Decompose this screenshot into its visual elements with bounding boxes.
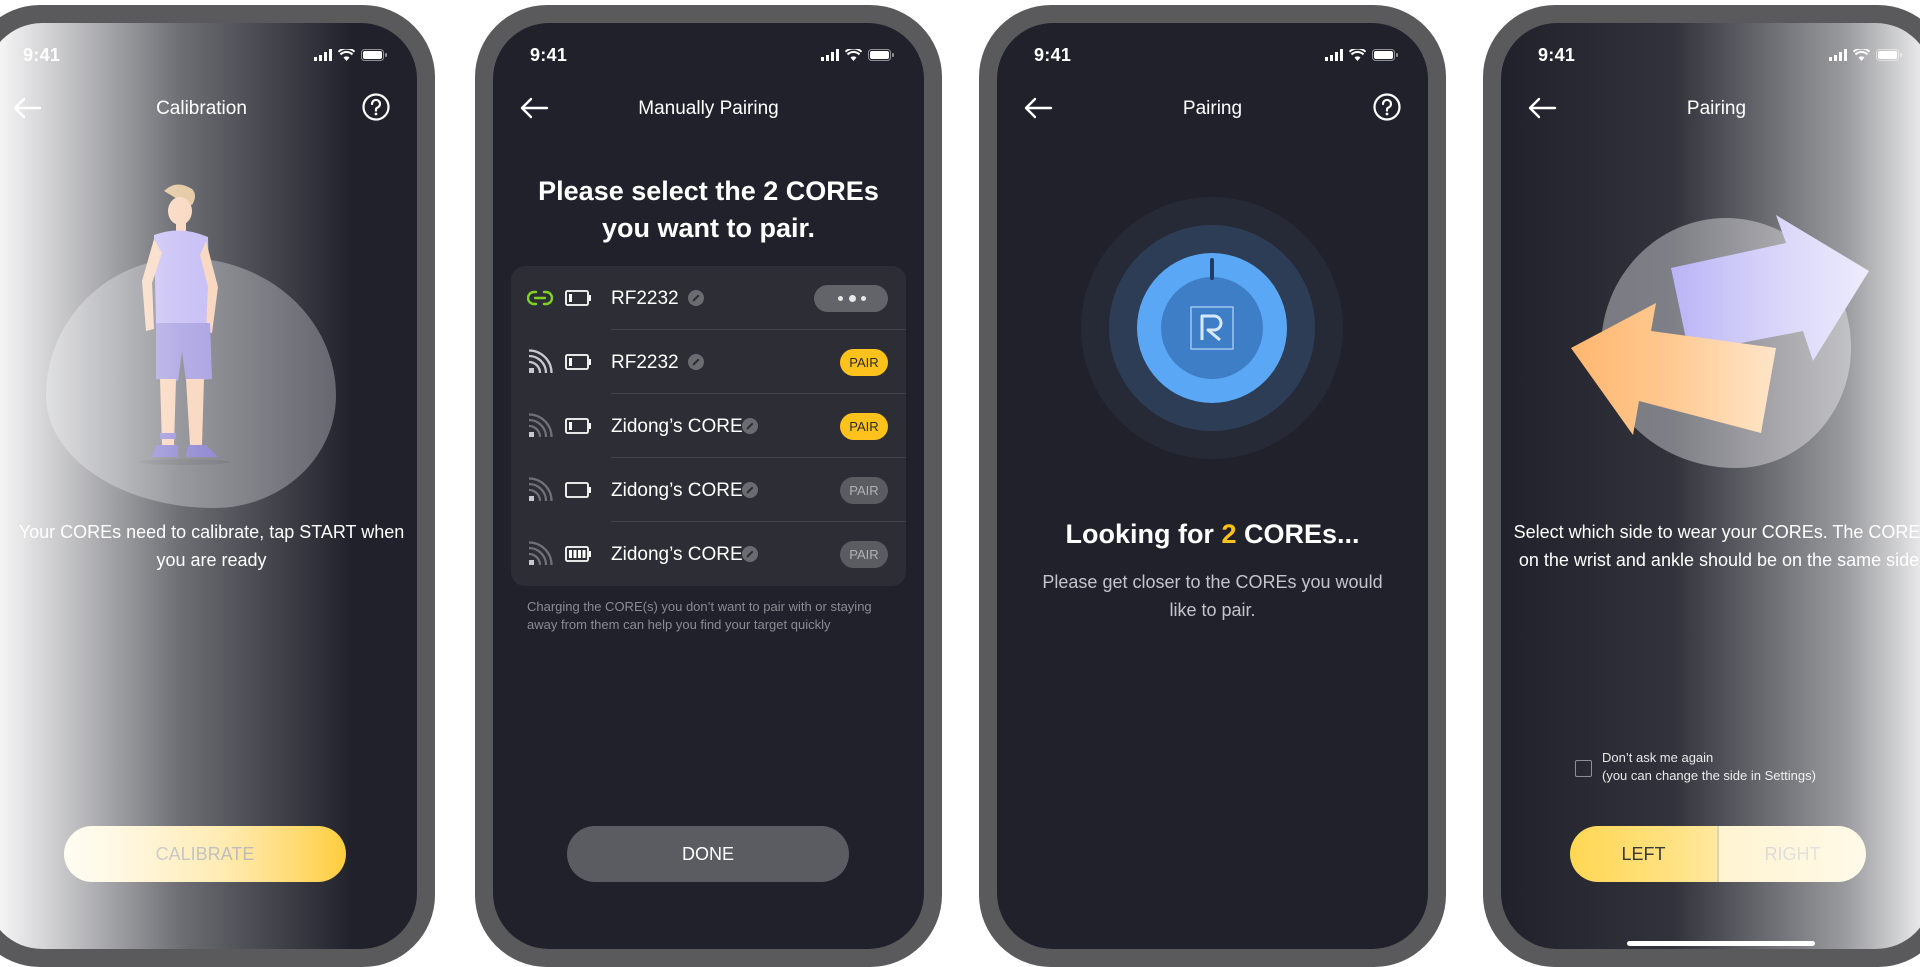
pair-button[interactable]: PAIR [840, 541, 888, 568]
pairing-tip: Charging the CORE(s) you don’t want to p… [527, 599, 872, 632]
page-title: Calibration [156, 98, 247, 119]
page-title: Pairing [1686, 98, 1747, 119]
status-time: 9:41 [1034, 45, 1072, 65]
status-bar: 9:41 [997, 43, 1428, 73]
status-icons [1829, 49, 1902, 61]
phone-side-select: 9:41 Pairing Select which side to wear y… [1483, 5, 1920, 967]
core-name: Zidong’s CORE [611, 480, 743, 501]
status-bar: 9:41 [493, 43, 924, 73]
battery-empty-icon [565, 482, 591, 498]
home-indicator [1627, 941, 1815, 946]
status-time: 9:41 [530, 45, 568, 65]
battery-low-icon [565, 290, 591, 306]
done-button[interactable]: DONE [567, 826, 849, 882]
page-title: Manually Pairing [638, 98, 779, 119]
edit-icon[interactable] [741, 481, 759, 499]
side-select-screen: 9:41 Pairing Select which side to wear y… [1501, 23, 1920, 949]
navbar: Pairing [997, 88, 1428, 128]
core-row[interactable]: RF2232 [511, 266, 906, 330]
signal-strong-icon [528, 349, 553, 374]
searching-description: Please get closer to the COREs you would… [1042, 572, 1383, 620]
core-list: RF2232 RF2232 PAIR Zidong’s CORE PAIR Zi… [511, 266, 906, 586]
core-row[interactable]: RF2232 PAIR [511, 330, 906, 394]
status-icons [314, 49, 387, 61]
wifi-icon [338, 49, 355, 61]
navbar: Pairing [1501, 88, 1920, 128]
cellular-signal-icon [314, 49, 332, 61]
cellular-signal-icon [1829, 49, 1847, 61]
battery-icon [1372, 49, 1398, 61]
edit-icon[interactable] [741, 417, 759, 435]
help-icon[interactable] [1372, 92, 1402, 122]
pair-button[interactable]: PAIR [840, 413, 888, 440]
battery-full-icon [565, 546, 591, 562]
status-bar: 9:41 [0, 43, 417, 73]
navbar: Manually Pairing [493, 88, 924, 128]
brand-logo-icon [1190, 306, 1234, 350]
radar-needle [1210, 258, 1214, 280]
dont-ask-label: Don’t ask me again [1602, 750, 1714, 765]
page-title: Pairing [1182, 98, 1243, 119]
status-bar: 9:41 [1501, 43, 1920, 73]
status-icons [1325, 49, 1398, 61]
wifi-icon [1349, 49, 1366, 61]
pair-button[interactable]: PAIR [840, 477, 888, 504]
pairing-heading: Please select the 2 COREs you want to pa… [538, 176, 879, 243]
core-name: Zidong’s CORE [611, 416, 743, 437]
core-name: Zidong’s CORE [611, 544, 743, 565]
core-row[interactable]: Zidong’s CORE PAIR [511, 394, 906, 458]
phone-manual-pairing: 9:41 Manually Pairing Please select the … [475, 5, 942, 967]
dont-ask-hint: (you can change the side in Settings) [1602, 768, 1816, 783]
wifi-icon [845, 49, 862, 61]
searching-title-suffix: COREs... [1236, 519, 1360, 549]
core-row[interactable]: Zidong’s CORE PAIR [511, 458, 906, 522]
right-side-button[interactable]: RIGHT [1719, 826, 1866, 882]
swap-arrows-illustration [1571, 215, 1869, 435]
dont-ask-checkbox[interactable] [1575, 760, 1592, 777]
manual-pairing-screen: 9:41 Manually Pairing Please select the … [493, 23, 924, 949]
calibrate-button[interactable]: CALIBRATE [64, 826, 346, 882]
cellular-signal-icon [821, 49, 839, 61]
battery-icon [1876, 49, 1902, 61]
fade-overlay [1501, 23, 1920, 949]
side-select-description: Select which side to wear your COREs. Th… [1513, 522, 1920, 570]
signal-weak-icon [528, 477, 553, 502]
calibration-description: Your COREs need to calibrate, tap START … [18, 522, 405, 570]
searching-count: 2 [1221, 519, 1237, 549]
link-icon [527, 290, 553, 306]
battery-icon [361, 49, 387, 61]
left-side-button[interactable]: LEFT [1570, 826, 1717, 882]
pair-button[interactable]: PAIR [840, 349, 888, 376]
navbar: Calibration [0, 88, 417, 128]
status-time: 9:41 [1538, 45, 1576, 65]
battery-low-icon [565, 354, 591, 370]
signal-weak-icon [528, 413, 553, 438]
signal-weak-icon [528, 541, 553, 566]
phone-calibration: 9:41 Calibration Your COREs need to cali… [0, 5, 435, 967]
edit-icon[interactable] [741, 545, 759, 563]
core-name: RF2232 [611, 352, 679, 373]
status-icons [821, 49, 894, 61]
core-row[interactable]: Zidong’s CORE PAIR [511, 522, 906, 586]
edit-icon[interactable] [687, 289, 705, 307]
pairing-search-screen: 9:41 Pairing Looking for 2 COREs... Plea… [997, 23, 1428, 949]
connecting-button[interactable] [814, 285, 888, 312]
wifi-icon [1853, 49, 1870, 61]
status-time: 9:41 [23, 45, 61, 65]
battery-low-icon [565, 418, 591, 434]
person-illustration [138, 184, 230, 465]
searching-title: Looking for 2 COREs... [997, 519, 1428, 550]
cellular-signal-icon [1325, 49, 1343, 61]
phone-pairing-search: 9:41 Pairing Looking for 2 COREs... Plea… [979, 5, 1446, 967]
battery-icon [868, 49, 894, 61]
calibration-screen: 9:41 Calibration Your COREs need to cali… [0, 23, 417, 949]
edit-icon[interactable] [687, 353, 705, 371]
help-icon[interactable] [361, 92, 391, 122]
searching-title-prefix: Looking for [1065, 519, 1222, 549]
core-name: RF2232 [611, 288, 679, 309]
